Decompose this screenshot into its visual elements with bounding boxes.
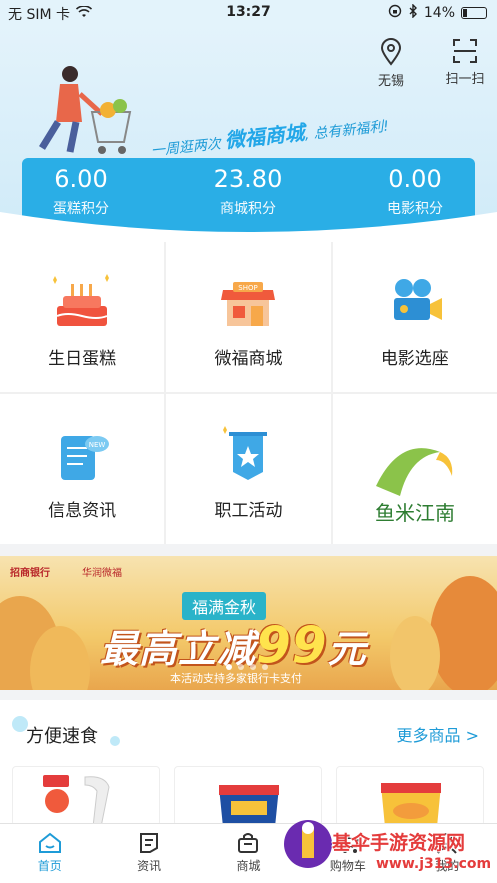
- grid-item-cake[interactable]: 生日蛋糕: [0, 242, 165, 392]
- grid-item-movie[interactable]: 电影选座: [332, 242, 497, 392]
- activity-banner-icon: [213, 424, 283, 488]
- grid-item-mall[interactable]: SHOP 微福商城: [166, 242, 331, 392]
- movie-camera-icon: [380, 272, 450, 336]
- mascot-icon: [284, 820, 332, 868]
- points-cake[interactable]: 6.00 蛋糕积分: [6, 164, 156, 218]
- points-movie[interactable]: 0.00 电影积分: [340, 164, 490, 218]
- location-label: 无锡: [377, 74, 404, 89]
- news-icon: [99, 832, 198, 854]
- grid-item-label: 职工活动: [214, 501, 283, 521]
- header-wave: [0, 212, 497, 246]
- points-value: 0.00: [388, 165, 442, 193]
- tab-label: 商城: [236, 859, 261, 873]
- grid-item-label: 生日蛋糕: [48, 349, 117, 369]
- tab-label: 资讯: [137, 859, 162, 873]
- cake-icon: [47, 272, 117, 336]
- battery-percent: 14%: [423, 5, 455, 21]
- location-pin-icon: [361, 38, 421, 66]
- product-card[interactable]: [12, 766, 160, 826]
- points-value: 23.80: [213, 165, 283, 193]
- bank-logo-2: 华润微福: [82, 568, 122, 579]
- status-bar: 无 SIM 卡 13:27 14%: [0, 0, 497, 26]
- watermark-url: www.j313.com: [376, 856, 492, 872]
- scan-button[interactable]: 扫一扫: [435, 38, 495, 87]
- watermark-title: 基伞手游资源网: [332, 832, 466, 854]
- tab-label: 首页: [37, 859, 62, 873]
- slogan: 一周逛两次 微福商城, 总有新福利!: [150, 118, 390, 160]
- shop-icon: SHOP: [213, 272, 283, 336]
- grid-item-label: 电影选座: [380, 349, 449, 369]
- location-button[interactable]: 无锡: [361, 38, 421, 89]
- more-products-link[interactable]: 更多商品 >: [397, 722, 480, 746]
- news-scroll-icon: NEW: [47, 424, 117, 488]
- grid-item-label: 信息资讯: [48, 501, 117, 521]
- orientation-lock-icon: [388, 4, 402, 22]
- feature-grid: 生日蛋糕 SHOP 微福商城 电影选座 NEW 信息资讯 职工活动 鱼米江南: [0, 242, 497, 544]
- bluetooth-icon: [408, 3, 418, 22]
- grid-item-activity[interactable]: 职工活动: [166, 394, 331, 544]
- bank-logo-1: 招商银行: [10, 568, 50, 579]
- banner-note: 本活动支持多家银行卡支付: [170, 672, 302, 685]
- shopper-illustration: [30, 62, 140, 166]
- home-icon: [0, 832, 99, 854]
- mijiangnan-logo: 鱼米江南: [370, 430, 460, 530]
- points-value: 6.00: [54, 165, 108, 193]
- points-mall[interactable]: 23.80 商城积分: [173, 164, 323, 218]
- grid-item-label: 微福商城: [214, 349, 283, 369]
- thermometer-product-image: [43, 775, 110, 825]
- svg-text:NEW: NEW: [89, 441, 106, 449]
- header: 无锡 扫一扫 一周逛两次 微福商城, 总有新福利! 6.00 蛋糕积分 23.8…: [0, 26, 497, 246]
- slogan-brand: 微福商城: [223, 120, 306, 153]
- svg-text:SHOP: SHOP: [239, 284, 258, 292]
- section-title: 方便速食: [26, 726, 98, 747]
- grid-item-news[interactable]: NEW 信息资讯: [0, 394, 165, 544]
- grid-item-mijiangnan[interactable]: 鱼米江南: [332, 394, 497, 544]
- svg-text:鱼米江南: 鱼米江南: [375, 501, 455, 525]
- scan-label: 扫一扫: [445, 72, 485, 87]
- battery-icon: [461, 7, 487, 19]
- tab-home[interactable]: 首页: [0, 824, 99, 883]
- tab-news[interactable]: 资讯: [99, 824, 198, 883]
- promo-banner[interactable]: 招商银行 华润微福 福满金秋 最高立减99元 本活动支持多家银行卡支付: [0, 556, 497, 690]
- site-watermark: 基伞手游资源网 www.j313.com: [280, 806, 497, 883]
- scan-icon: [435, 38, 495, 64]
